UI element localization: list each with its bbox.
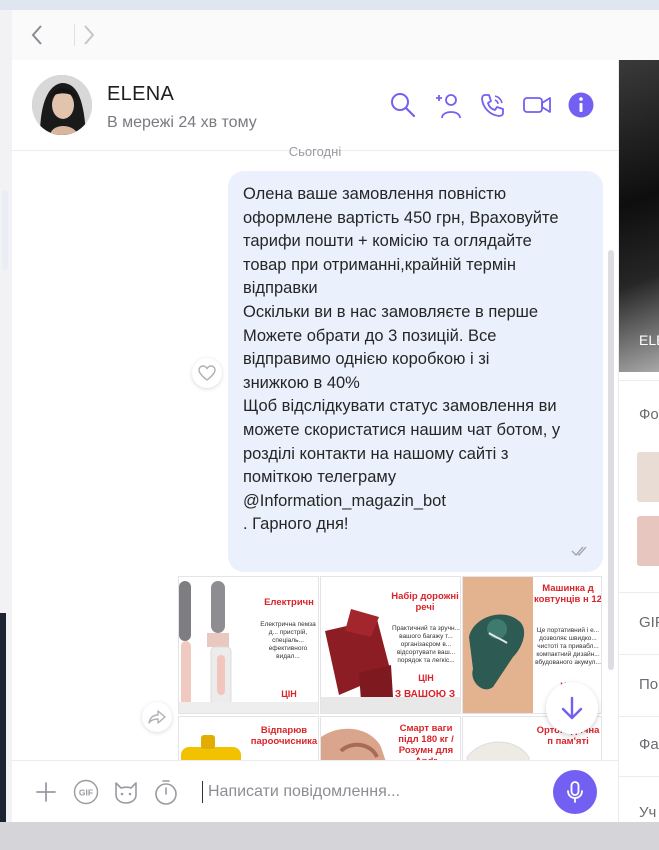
- search-icon: [391, 93, 416, 118]
- sticker-button[interactable]: [112, 778, 140, 806]
- share-button[interactable]: [142, 702, 172, 732]
- product-description: Практичний та зручн... вашого багажу т..…: [392, 625, 460, 664]
- nav-separator: [74, 24, 75, 46]
- gif-section-label[interactable]: GIF: [639, 614, 659, 631]
- participants-section-label[interactable]: Уч: [639, 804, 656, 821]
- app-window: ELENA В мережі 24 хв тому Сьогодні Олена…: [0, 0, 659, 850]
- video-call-icon: [523, 97, 551, 113]
- info-icon: [568, 92, 594, 118]
- day-divider: Сьогодні: [288, 144, 342, 159]
- info-side-panel: ELE Фо GIF По Фа Уч: [618, 60, 659, 822]
- gif-icon: GIF: [73, 779, 99, 805]
- contact-large-photo[interactable]: [619, 60, 659, 372]
- top-strip: [0, 0, 659, 10]
- product-title: Електричн: [264, 597, 314, 608]
- call-icon: [481, 94, 504, 117]
- text-caret: [202, 781, 203, 803]
- attach-button[interactable]: [32, 778, 60, 806]
- panel-divider: [619, 776, 659, 777]
- media-section-label[interactable]: Фо: [639, 406, 659, 423]
- call-button[interactable]: [478, 90, 508, 120]
- panel-divider: [619, 380, 659, 381]
- chat-header: ELENA В мережі 24 хв тому: [12, 60, 618, 151]
- disappearing-timer-button[interactable]: [152, 778, 180, 806]
- panel-divider: [619, 654, 659, 655]
- product-title: Набір дорожні речі: [391, 591, 459, 613]
- timer-icon: [155, 780, 177, 805]
- search-button[interactable]: [388, 90, 418, 120]
- media-thumbnail[interactable]: [637, 452, 659, 502]
- links-section-label[interactable]: По: [639, 676, 658, 693]
- chevron-right-icon: [84, 25, 95, 45]
- selected-conversation-edge[interactable]: [2, 190, 8, 270]
- files-section-label[interactable]: Фа: [639, 736, 659, 753]
- gallery-item-2[interactable]: Набір дорожні речі Практичний та зручн..…: [320, 576, 461, 714]
- message-composer: GIF Написати повідомлення...: [12, 760, 618, 822]
- plus-icon: [36, 782, 56, 802]
- add-participant-icon: [436, 94, 461, 119]
- gif-button[interactable]: GIF: [72, 778, 100, 806]
- avatar[interactable]: [32, 75, 92, 135]
- product-title: Відпарюв пароочисника: [250, 725, 318, 747]
- svg-text:GIF: GIF: [79, 788, 93, 798]
- voice-message-button[interactable]: [553, 770, 597, 814]
- bottom-strip: [0, 822, 659, 850]
- like-button[interactable]: [192, 358, 222, 388]
- message-status: [571, 544, 589, 562]
- chat-panel: ELENA В мережі 24 хв тому Сьогодні Олена…: [12, 60, 618, 822]
- product-description: Це портативний і е... дозволяє швидко...…: [535, 627, 601, 666]
- scroll-to-bottom-button[interactable]: [546, 682, 598, 734]
- sticker-icon: [115, 782, 137, 804]
- heart-icon: [198, 365, 216, 381]
- panel-divider: [619, 716, 659, 717]
- arrow-down-icon: [561, 696, 583, 720]
- product-description: Електрична пемза д... пристрій, спеціаль…: [260, 621, 316, 660]
- product-price-label: ЦІН: [418, 673, 434, 683]
- message-input[interactable]: Написати повідомлення...: [208, 783, 400, 801]
- forward-button[interactable]: [78, 24, 100, 46]
- media-thumbnail[interactable]: [637, 516, 659, 566]
- gallery-item-1[interactable]: Електричн Електрична пемза д... пристрій…: [178, 576, 319, 714]
- background-edge: [0, 613, 6, 823]
- add-participant-button[interactable]: [432, 90, 462, 120]
- contact-status: В мережі 24 хв тому: [107, 114, 257, 131]
- discount-ribbon: З ВАШОЮ З: [394, 689, 456, 700]
- message-bubble[interactable]: Олена ваше замовлення повністю оформлене…: [228, 171, 603, 572]
- video-call-button[interactable]: [522, 90, 552, 120]
- contact-name-overlay: ELE: [639, 332, 659, 348]
- panel-divider: [619, 592, 659, 593]
- info-button[interactable]: [566, 90, 596, 120]
- microphone-icon: [567, 781, 583, 803]
- chat-scrollbar[interactable]: [608, 250, 614, 670]
- read-check-icon: [571, 546, 587, 557]
- contact-name[interactable]: ELENA: [107, 83, 174, 106]
- share-icon: [148, 710, 166, 724]
- avatar-photo: [32, 75, 92, 135]
- back-button[interactable]: [26, 24, 48, 46]
- chevron-left-icon: [31, 25, 42, 45]
- product-title: Машинка д ковтунців н 12: [534, 583, 602, 605]
- navigation-bar: [12, 10, 659, 61]
- product-price-label: ЦІН: [281, 689, 297, 699]
- message-text: Олена ваше замовлення повністю оформлене…: [243, 185, 561, 534]
